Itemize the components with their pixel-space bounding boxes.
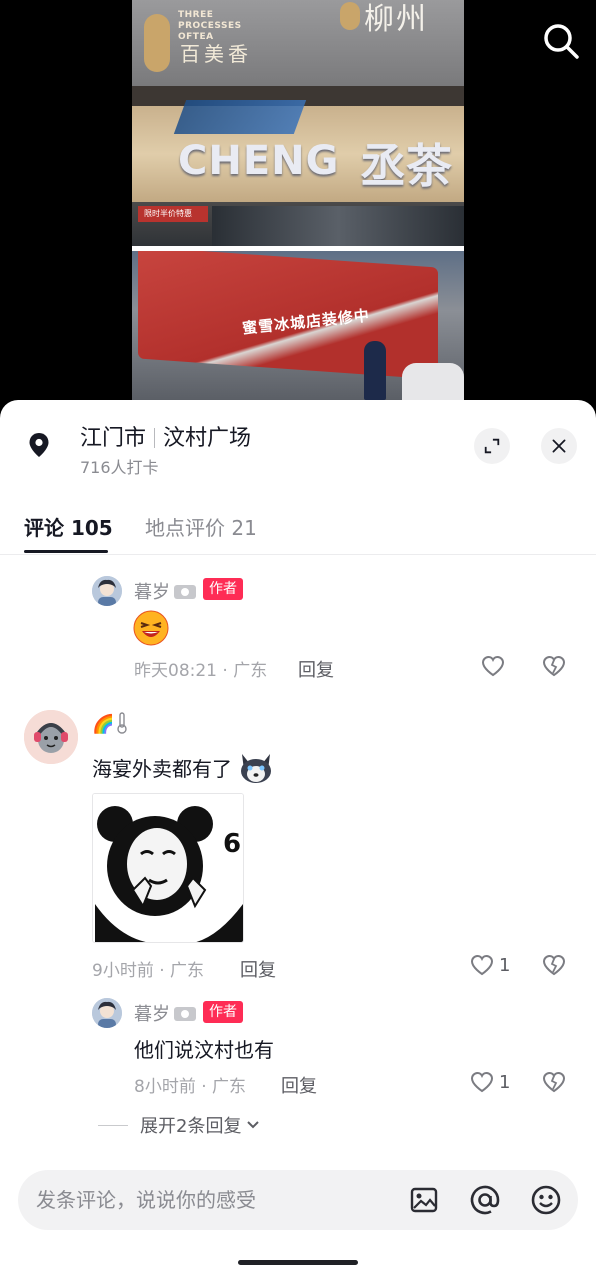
username-text: 🌈 xyxy=(92,714,115,735)
comment-body: 海宴外卖都有了 xyxy=(92,757,232,781)
sign-right-text: 柳州 xyxy=(364,2,428,37)
location-city: 江门市 xyxy=(80,426,147,451)
heart-icon xyxy=(470,1071,494,1093)
heart-icon xyxy=(470,954,494,976)
sticker-number: 6 xyxy=(223,829,241,859)
dislike-button[interactable] xyxy=(541,653,567,679)
person-figure xyxy=(364,341,386,400)
laughing-emoji-icon xyxy=(133,610,169,646)
comment-meta: 昨天08:21 · 广东 xyxy=(134,661,268,681)
tab-bar: 评论 105 地点评价 21 xyxy=(0,500,596,555)
comment-input[interactable] xyxy=(36,1170,406,1230)
husky-emoji-icon xyxy=(241,754,272,783)
brand-logo-2 xyxy=(340,2,360,30)
title-separator xyxy=(154,428,156,448)
expand-replies-button[interactable]: 展开2条回复 xyxy=(98,1112,261,1138)
comment-username[interactable]: 暮岁 xyxy=(134,578,196,604)
avatar-image xyxy=(92,998,122,1028)
location-title[interactable]: 江门市 汶村广场 xyxy=(80,420,251,452)
camera-icon xyxy=(174,1007,196,1021)
panda-meme-sticker[interactable]: 6 xyxy=(92,793,244,943)
blue-sheet xyxy=(173,100,307,134)
promo-banner: 限时半价特惠 xyxy=(138,206,208,222)
author-badge: 作者 xyxy=(203,578,243,600)
comment-text: 海宴外卖都有了 xyxy=(92,750,274,786)
mention-button[interactable] xyxy=(469,1184,501,1216)
broken-heart-icon xyxy=(542,1071,566,1093)
store-name-cn-text: 丞茶 xyxy=(360,139,452,193)
avatar[interactable] xyxy=(24,710,78,764)
search-button[interactable] xyxy=(538,18,584,64)
avatar[interactable] xyxy=(92,576,122,606)
like-button[interactable]: 1 xyxy=(469,952,510,978)
thermometer-icon xyxy=(117,712,128,734)
tab-comments[interactable]: 评论 105 xyxy=(24,512,113,541)
username-text: 暮岁 xyxy=(134,1004,170,1025)
video-area[interactable]: THREE PROCESSES OFTEA 百美香 柳州 CHENG 丞茶 限时… xyxy=(0,0,596,420)
panda-meme-image: 6 xyxy=(93,794,243,942)
reply-button[interactable]: 回复 xyxy=(298,656,334,682)
at-icon xyxy=(470,1185,500,1215)
comment-username[interactable]: 暮岁 xyxy=(134,1000,196,1026)
checkin-count: 716人打卡 xyxy=(80,458,159,477)
broken-heart-icon xyxy=(542,655,566,677)
expand-icon xyxy=(484,438,500,454)
car-figure xyxy=(402,363,464,400)
heart-icon xyxy=(481,655,505,677)
brand-logo xyxy=(144,14,170,72)
username-text: 暮岁 xyxy=(134,582,170,603)
like-button[interactable]: 1 xyxy=(469,1069,510,1095)
home-indicator[interactable] xyxy=(238,1260,358,1265)
emoji-icon xyxy=(531,1185,561,1215)
close-icon xyxy=(552,439,566,453)
comment-username[interactable]: 🌈 xyxy=(92,712,128,735)
photo-renovation: 蜜雪冰城店装修中 xyxy=(132,251,464,400)
image-icon xyxy=(410,1187,438,1213)
dislike-button[interactable] xyxy=(541,952,567,978)
location-header: 江门市 汶村广场 716人打卡 xyxy=(0,400,596,490)
comment-meta: 8小时前 · 广东 xyxy=(134,1077,247,1097)
camera-icon xyxy=(174,585,196,599)
expand-divider xyxy=(98,1124,128,1126)
tab-location-reviews[interactable]: 地点评价 21 xyxy=(145,512,257,541)
sign-chinese-text: 百美香 xyxy=(180,42,252,66)
avatar[interactable] xyxy=(92,998,122,1028)
author-badge: 作者 xyxy=(203,1001,243,1023)
chevron-down-icon xyxy=(247,1121,260,1129)
glass-front xyxy=(212,206,464,246)
store-name-text: CHENG xyxy=(178,138,340,184)
search-icon xyxy=(544,24,579,59)
location-place: 汶村广场 xyxy=(163,426,252,451)
reply-button[interactable]: 回复 xyxy=(240,956,276,982)
location-pin-icon xyxy=(24,430,54,460)
close-button[interactable] xyxy=(541,428,577,464)
like-button[interactable] xyxy=(480,653,506,679)
reply-button[interactable]: 回复 xyxy=(281,1072,317,1098)
avatar-image xyxy=(24,710,78,764)
photo-storefront: THREE PROCESSES OFTEA 百美香 柳州 CHENG 丞茶 限时… xyxy=(132,0,464,246)
like-count: 1 xyxy=(499,954,511,976)
avatar-image xyxy=(92,576,122,606)
location-comment-sheet: 江门市 汶村广场 716人打卡 评论 105 地点评价 21 暮岁 作者 昨天0… xyxy=(0,400,596,1280)
comment-input-bar xyxy=(18,1170,578,1230)
expand-button[interactable] xyxy=(474,428,510,464)
expand-replies-label: 展开2条回复 xyxy=(140,1116,242,1137)
comment-text: 他们说汶村也有 xyxy=(134,1038,274,1062)
dislike-button[interactable] xyxy=(541,1069,567,1095)
like-count: 1 xyxy=(499,1071,511,1093)
image-button[interactable] xyxy=(408,1184,440,1216)
emoji-button[interactable] xyxy=(530,1184,562,1216)
tab-active-indicator xyxy=(24,550,108,553)
broken-heart-icon xyxy=(542,954,566,976)
comment-meta: 9小时前 · 广东 xyxy=(92,961,205,981)
